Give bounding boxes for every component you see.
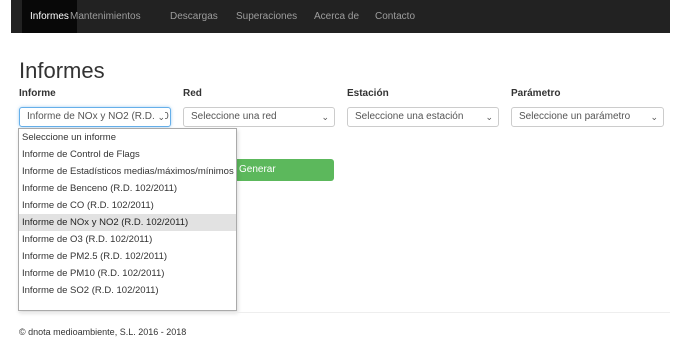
footer-copyright: © dnota medioambiente, S.L. 2016 - 2018 [19,327,187,337]
red-select[interactable]: Seleccione una red ⌄ [183,107,335,127]
informe-label: Informe [19,88,56,99]
chevron-down-icon: ⌄ [155,108,165,126]
chevron-down-icon: ⌄ [648,108,658,126]
dropdown-option[interactable]: Informe de Estadísticos medias/máximos/m… [19,163,236,180]
dropdown-option[interactable]: Informe de Benceno (R.D. 102/2011) [19,180,236,197]
estacion-select[interactable]: Seleccione una estación ⌄ [347,107,499,127]
parametro-label: Parámetro [511,88,561,99]
chevron-down-icon: ⌄ [483,108,493,126]
estacion-label: Estación [347,88,389,99]
parametro-select-value: Seleccione un parámetro [519,111,631,122]
red-select-value: Seleccione una red [191,111,277,122]
dropdown-option[interactable]: Seleccione un informe [19,129,236,146]
estacion-select-value: Seleccione una estación [355,111,464,122]
nav-item-contacto[interactable]: Contacto [375,0,415,33]
top-navbar: Informes Mantenimientos Descargas Supera… [11,0,670,33]
dropdown-option[interactable]: Informe de O3 (R.D. 102/2011) [19,231,236,248]
footer-divider [19,312,670,313]
dropdown-option[interactable]: Informe de SO2 (R.D. 102/2011) [19,282,236,299]
nav-item-mantenimientos[interactable]: Mantenimientos [70,0,141,33]
red-label: Red [183,88,202,99]
dropdown-option[interactable]: Informe de PM10 (R.D. 102/2011) [19,265,236,282]
dropdown-option-selected[interactable]: Informe de NOx y NO2 (R.D. 102/2011) [19,214,236,231]
chevron-down-icon: ⌄ [319,108,329,126]
informe-select-value: Informe de NOx y NO2 (R.D. 10 [27,111,169,122]
page-title: Informes [19,58,105,83]
generate-button[interactable]: Generar [229,159,334,181]
informe-dropdown-list: Seleccione un informe Informe de Control… [18,128,237,311]
nav-item-descargas[interactable]: Descargas [170,0,218,33]
nav-item-superaciones[interactable]: Superaciones [236,0,297,33]
dropdown-option[interactable]: Informe de Control de Flags [19,146,236,163]
nav-item-acerca-de[interactable]: Acerca de [314,0,359,33]
dropdown-option[interactable]: Informe de PM2.5 (R.D. 102/2011) [19,248,236,265]
nav-item-informes[interactable]: Informes [22,0,77,33]
informe-select[interactable]: Informe de NOx y NO2 (R.D. 10 ⌄ [19,107,171,127]
parametro-select[interactable]: Seleccione un parámetro ⌄ [511,107,664,127]
dropdown-option[interactable]: Informe de CO (R.D. 102/2011) [19,197,236,214]
